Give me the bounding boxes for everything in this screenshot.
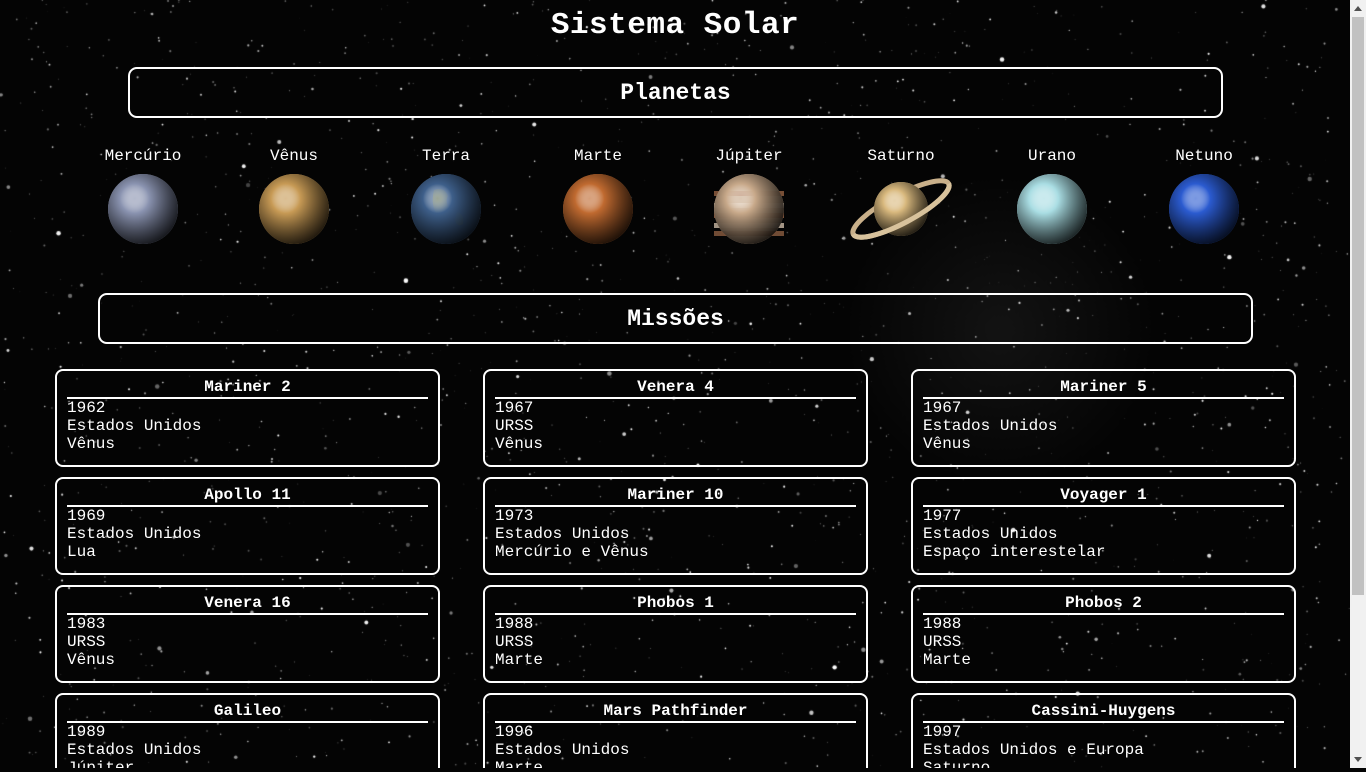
mission-year: 1997 (923, 723, 962, 741)
mission-card: Mars Pathfinder 1996 Estados Unidos Marte (483, 693, 868, 768)
mission-target: Vênus (67, 651, 116, 669)
planet-name: Vênus (269, 147, 318, 165)
mission-country: Estados Unidos (67, 741, 202, 759)
mission-target: Mercúrio e Vênus (495, 543, 649, 561)
planet-name: Mercúrio (104, 147, 182, 165)
mission-name: Cassini-Huygens (923, 702, 1284, 723)
mission-country: URSS (923, 633, 962, 651)
mission-name: Mariner 5 (923, 378, 1284, 399)
planet-name: Netuno (1175, 147, 1233, 165)
planets-heading: Planetas (620, 79, 731, 106)
mission-name: Voyager 1 (923, 486, 1284, 507)
jupiter-icon (714, 174, 784, 244)
scroll-thumb[interactable] (1352, 17, 1364, 595)
mission-target: Júpiter (67, 759, 135, 768)
vertical-scrollbar[interactable] (1350, 0, 1366, 768)
mission-year: 1996 (495, 723, 534, 741)
mission-card: Phobos 1 1988 URSS Marte (483, 585, 868, 683)
neptune-icon (1169, 174, 1239, 244)
mission-year: 1989 (67, 723, 106, 741)
mission-country: Estados Unidos (67, 417, 202, 435)
page-title: Sistema Solar (550, 8, 800, 43)
mission-target: Marte (495, 759, 544, 768)
mission-year: 1967 (495, 399, 534, 417)
mission-name: Phobos 2 (923, 594, 1284, 615)
mission-year: 1969 (67, 507, 106, 525)
planet-item: Terra (386, 146, 506, 246)
mission-name: Mariner 10 (495, 486, 856, 507)
mission-name: Apollo 11 (67, 486, 428, 507)
mission-target: Lua (67, 543, 96, 561)
mission-name: Mars Pathfinder (495, 702, 856, 723)
missions-heading: Missões (627, 305, 724, 332)
planet-item: Saturno (841, 146, 961, 246)
mars-icon (563, 174, 633, 244)
mission-name: Venera 4 (495, 378, 856, 399)
mission-card: Venera 16 1983 URSS Vênus (55, 585, 440, 683)
planets-row: Mercúrio Vênus Terra Marte Júpiter Saturno Ura… (0, 146, 1350, 256)
mission-country: Estados Unidos (67, 525, 202, 543)
mission-target: Marte (495, 651, 544, 669)
planet-item: Netuno (1144, 146, 1264, 246)
mission-card: Venera 4 1967 URSS Vênus (483, 369, 868, 467)
saturn-icon (850, 178, 952, 240)
planet-name: Marte (573, 147, 622, 165)
mission-target: Espaço interestelar (923, 543, 1106, 561)
mission-card: Voyager 1 1977 Estados Unidos Espaço intere… (911, 477, 1296, 575)
planet-item: Urano (992, 146, 1112, 246)
mission-target: Vênus (495, 435, 544, 453)
mission-target: Saturno (923, 759, 991, 768)
mission-card: Apollo 11 1969 Estados Unidos Lua (55, 477, 440, 575)
planet-name: Urano (1027, 147, 1076, 165)
mission-name: Mariner 2 (67, 378, 428, 399)
missions-heading-box: Missões (98, 293, 1253, 344)
page: Sistema Solar Planetas Mercúrio Vênus Terr… (0, 0, 1350, 768)
mission-card: Phobos 2 1988 URSS Marte (911, 585, 1296, 683)
planet-item: Marte (538, 146, 658, 246)
mission-country: Estados Unidos (923, 525, 1058, 543)
planet-item: Vênus (234, 146, 354, 246)
planet-name: Terra (421, 147, 470, 165)
mission-target: Vênus (923, 435, 972, 453)
mission-card: Mariner 2 1962 Estados Unidos Vênus (55, 369, 440, 467)
mission-target: Marte (923, 651, 972, 669)
uranus-icon (1017, 174, 1087, 244)
mission-target: Vênus (67, 435, 116, 453)
mission-year: 1967 (923, 399, 962, 417)
mission-name: Venera 16 (67, 594, 428, 615)
mission-country: Estados Unidos (495, 741, 630, 759)
planet-name: Saturno (867, 147, 935, 165)
mission-country: Estados Unidos (923, 417, 1058, 435)
mission-year: 1988 (923, 615, 962, 633)
planet-item: Júpiter (689, 146, 809, 246)
mission-name: Galileo (67, 702, 428, 723)
mission-country: Estados Unidos e Europa (923, 741, 1144, 759)
mission-card: Cassini-Huygens 1997 Estados Unidos e Euro… (911, 693, 1296, 768)
mission-year: 1983 (67, 615, 106, 633)
earth-icon (411, 174, 481, 244)
scroll-up-arrow-icon[interactable] (1350, 0, 1366, 17)
venus-icon (259, 174, 329, 244)
mercury-icon (108, 174, 178, 244)
mission-name: Phobos 1 (495, 594, 856, 615)
mission-year: 1962 (67, 399, 106, 417)
mission-year: 1988 (495, 615, 534, 633)
planets-heading-box: Planetas (128, 67, 1223, 118)
mission-year: 1973 (495, 507, 534, 525)
mission-year: 1977 (923, 507, 962, 525)
mission-card: Mariner 5 1967 Estados Unidos Vênus (911, 369, 1296, 467)
mission-country: URSS (495, 417, 534, 435)
scroll-down-arrow-icon[interactable] (1350, 751, 1366, 768)
mission-card: Mariner 10 1973 Estados Unidos Mercúrio e V… (483, 477, 868, 575)
mission-card: Galileo 1989 Estados Unidos Júpiter (55, 693, 440, 768)
mission-country: URSS (67, 633, 106, 651)
planet-name: Júpiter (715, 147, 783, 165)
planet-item: Mercúrio (83, 146, 203, 246)
mission-country: URSS (495, 633, 534, 651)
mission-country: Estados Unidos (495, 525, 630, 543)
